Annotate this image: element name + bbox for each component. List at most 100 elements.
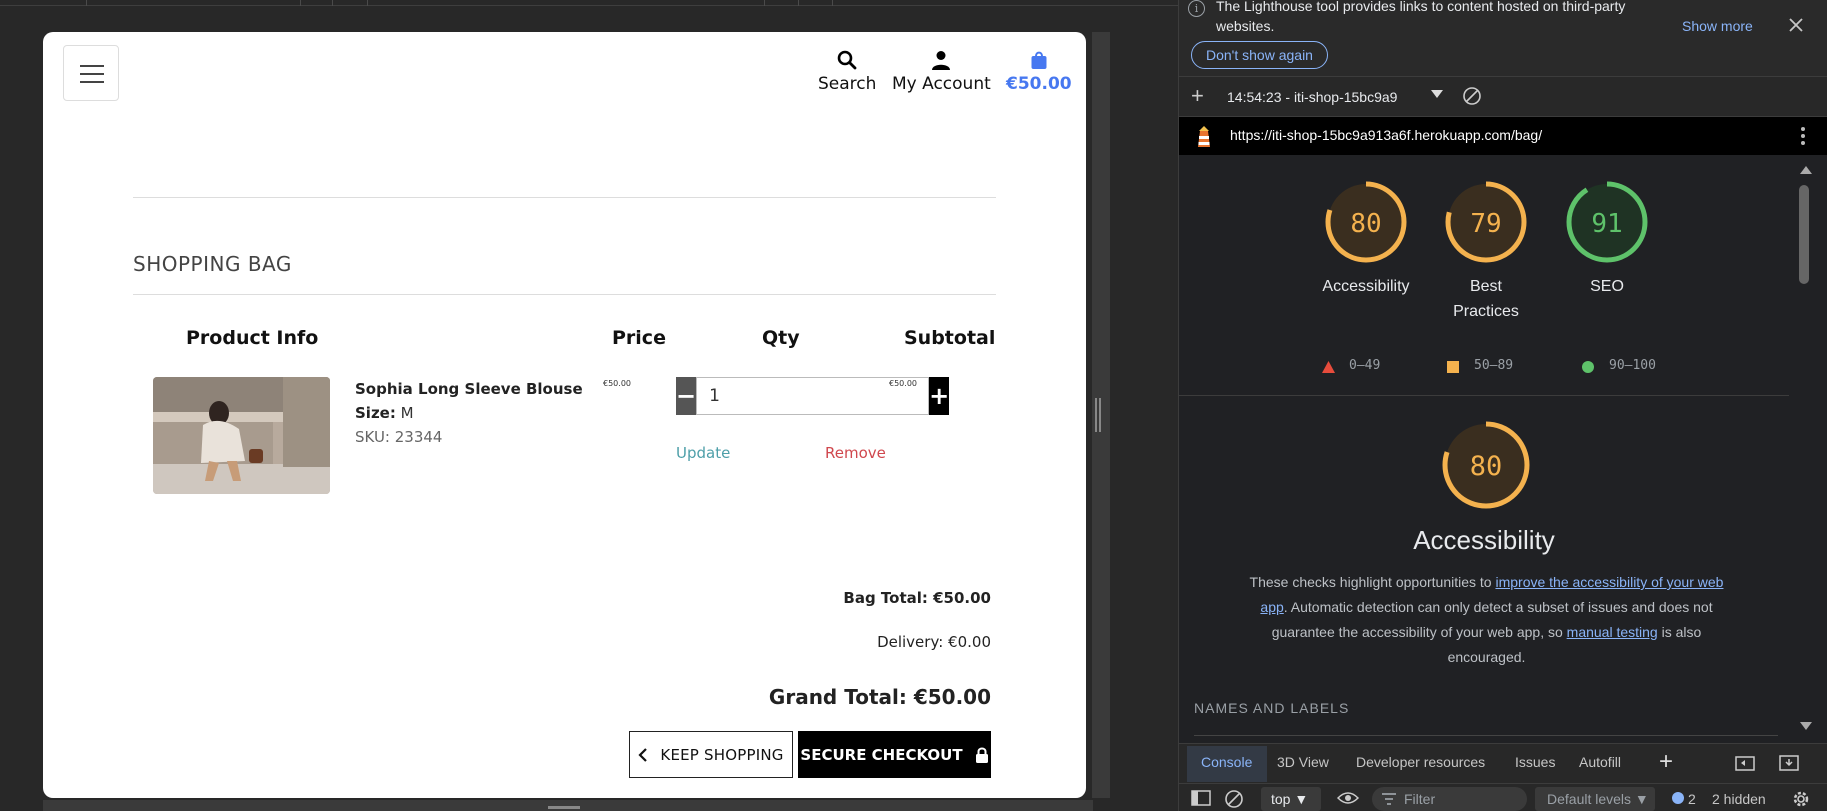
score-value: 91	[1591, 209, 1622, 239]
more-vert-icon[interactable]	[1801, 127, 1805, 148]
log-levels-label: Default levels	[1547, 791, 1632, 807]
square-icon	[1447, 361, 1459, 373]
keep-shopping-label: KEEP SHOPPING	[660, 745, 784, 764]
page-title: SHOPPING BAG	[133, 252, 292, 276]
decrement-button[interactable]: −	[676, 377, 697, 415]
nav-search[interactable]: Search	[818, 50, 876, 94]
score-label-best-practices: Best Practices	[1453, 278, 1519, 320]
hidden-count: 2 hidden	[1712, 791, 1766, 807]
caret-down-icon[interactable]	[1431, 90, 1443, 98]
drawer-tabbar: Console 3D View Developer resources Issu…	[1179, 743, 1827, 783]
filter-icon	[1382, 793, 1396, 805]
update-link[interactable]: Update	[676, 444, 730, 462]
score-gauge-accessibility[interactable]: 80	[1324, 180, 1408, 264]
context-label: top	[1271, 791, 1291, 807]
product-name[interactable]: Sophia Long Sleeve Blouse	[355, 380, 583, 398]
dont-show-again-button[interactable]: Don't show again	[1191, 41, 1328, 69]
filter-placeholder: Filter	[1404, 791, 1436, 807]
screen: Search My Account €50.00 SHOPPING BAG Pr…	[0, 0, 1827, 811]
size-value: M	[400, 404, 414, 422]
tab-console[interactable]: Console	[1201, 754, 1252, 770]
gear-icon[interactable]	[1791, 789, 1811, 809]
chevron-left-icon	[638, 747, 648, 762]
secure-checkout-button[interactable]: SECURE CHECKOUT	[798, 731, 991, 778]
close-icon[interactable]	[1788, 17, 1804, 38]
issues-icon[interactable]	[1671, 791, 1685, 805]
product-subtotal: €50.00	[889, 379, 917, 388]
product-price: €50.00	[603, 379, 631, 388]
add-tab-icon[interactable]: +	[1659, 750, 1673, 774]
issues-count[interactable]: 2	[1688, 791, 1696, 807]
scroll-thumb[interactable]	[1799, 185, 1809, 284]
legend-fail: 0–49	[1322, 358, 1381, 373]
report-scrollbar[interactable]	[1795, 158, 1813, 731]
device-ruler	[0, 0, 1178, 6]
menu-button[interactable]	[63, 45, 119, 101]
user-icon	[932, 51, 951, 70]
devtools-panel: i The Lighthouse tool provides links to …	[1178, 0, 1827, 811]
score-gauge-seo[interactable]: 91	[1565, 180, 1649, 264]
score-value: 79	[1470, 209, 1501, 239]
tab-3d-view[interactable]: 3D View	[1277, 754, 1329, 770]
infobar-text: The Lighthouse tool provides links to co…	[1216, 0, 1626, 34]
show-more-link[interactable]: Show more	[1682, 18, 1753, 34]
divider	[133, 294, 996, 295]
remove-link[interactable]: Remove	[825, 444, 886, 462]
report-selector[interactable]: 14:54:23 - iti-shop-15bc9a913a	[1217, 84, 1397, 110]
score-label-accessibility: Accessibility	[1322, 278, 1410, 295]
device-frame: Search My Account €50.00 SHOPPING BAG Pr…	[43, 32, 1086, 798]
url-bar: https://iti-shop-15bc9a913a6f.herokuapp.…	[1179, 117, 1827, 155]
score-gauge-best-practices[interactable]: 79	[1444, 180, 1528, 264]
bag-total: Bag Total: €50.00	[843, 589, 991, 607]
scroll-down-icon[interactable]	[1800, 722, 1812, 730]
section-heading: NAMES AND LABELS	[1194, 700, 1350, 716]
legend-average-range: 50–89	[1474, 358, 1514, 373]
tab-developer-resources[interactable]: Developer resources	[1356, 754, 1485, 770]
divider	[1179, 395, 1789, 396]
audited-url: https://iti-shop-15bc9a913a6f.herokuapp.…	[1230, 127, 1543, 143]
tab-issues[interactable]: Issues	[1515, 754, 1555, 770]
clear-console-icon[interactable]	[1224, 789, 1244, 809]
score-label-seo: SEO	[1590, 278, 1624, 295]
log-levels-dropdown[interactable]: Default levels ▼	[1535, 787, 1655, 811]
checkout-label: SECURE CHECKOUT	[800, 745, 963, 764]
resize-handle[interactable]	[1095, 398, 1101, 432]
product-sku: SKU: 23344	[355, 428, 443, 446]
legend-average: 50–89	[1447, 358, 1514, 373]
lighthouse-infobar: i The Lighthouse tool provides links to …	[1179, 0, 1827, 77]
delivery-total: Delivery: €0.00	[877, 633, 991, 651]
undock-icon[interactable]	[1735, 754, 1755, 772]
context-selector[interactable]: top ▼	[1261, 787, 1321, 811]
increment-button[interactable]: +	[929, 377, 950, 415]
clear-icon[interactable]	[1462, 86, 1482, 111]
eye-icon[interactable]	[1337, 791, 1359, 805]
nav-bag[interactable]: €50.00	[1006, 50, 1072, 94]
category-description: These checks highlight opportunities to …	[1249, 574, 1724, 665]
header-price: Price	[612, 327, 666, 349]
legend-fail-range: 0–49	[1349, 358, 1381, 373]
accessibility-detail-gauge: 80	[1442, 421, 1530, 509]
device-bottom-bar	[43, 800, 1093, 811]
product-image[interactable]	[153, 377, 330, 494]
dock-icon[interactable]	[1779, 754, 1799, 772]
sidebar-toggle-icon[interactable]	[1191, 790, 1211, 806]
nav-account-label: My Account	[892, 74, 991, 94]
header-product-info: Product Info	[186, 327, 319, 349]
circle-icon	[1582, 361, 1594, 373]
detail-score-value: 80	[1470, 451, 1503, 482]
tab-autofill[interactable]: Autofill	[1579, 754, 1621, 770]
size-label: Size:	[355, 404, 396, 422]
header-qty: Qty	[762, 327, 800, 349]
lock-icon	[975, 747, 988, 763]
divider	[1194, 735, 1778, 736]
console-filter-input[interactable]: Filter	[1372, 787, 1527, 811]
score-value: 80	[1350, 209, 1381, 239]
header-subtotal: Subtotal	[904, 327, 996, 349]
nav-my-account[interactable]: My Account	[892, 50, 991, 94]
legend-pass: 90–100	[1582, 358, 1656, 373]
keep-shopping-button[interactable]: KEEP SHOPPING	[629, 731, 793, 778]
scroll-up-icon[interactable]	[1800, 166, 1812, 174]
new-report-icon[interactable]: +	[1191, 85, 1204, 107]
manual-testing-link[interactable]: manual testing	[1567, 624, 1658, 640]
triangle-icon	[1322, 361, 1335, 373]
